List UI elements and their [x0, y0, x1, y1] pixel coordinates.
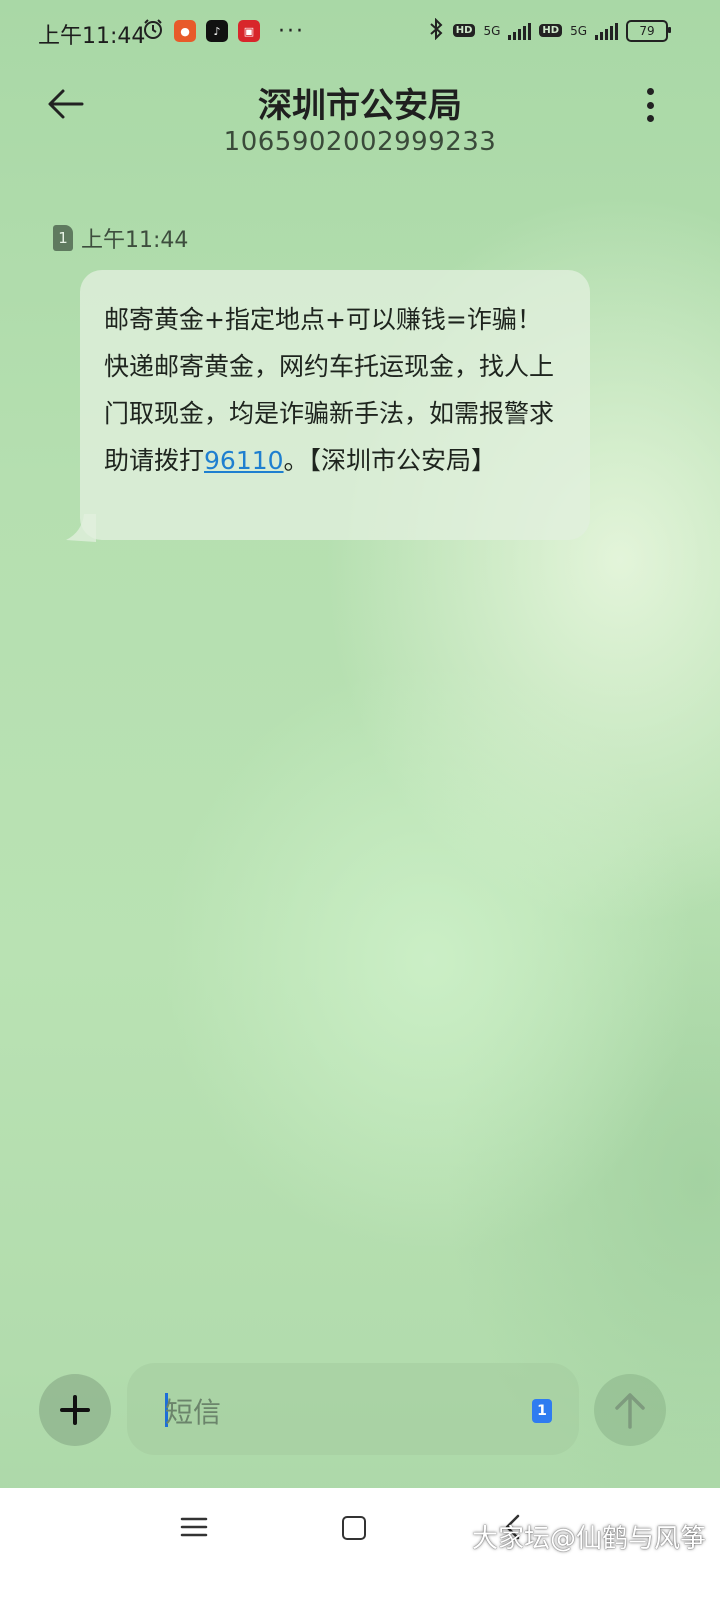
alarm-icon [142, 18, 164, 44]
tmall-icon: ▣ [238, 20, 260, 42]
plus-icon [60, 1395, 90, 1425]
battery-icon: 79 [626, 19, 671, 42]
network-type-2: 5G [570, 23, 587, 38]
navigation-bar: 大家坛@仙鹤与风筝 [0, 1488, 720, 1600]
watermark: 大家坛@仙鹤与风筝 [471, 1524, 706, 1554]
hd-badge: HD [452, 24, 476, 37]
message-text: 邮寄黄金+指定地点+可以赚钱=诈骗！快递邮寄黄金，网约车托运现金，找人上门取现金… [104, 305, 555, 475]
sim-card-icon: 1 [53, 225, 73, 251]
status-system-icons: HD 5G HD 5G 79 [427, 17, 671, 43]
status-bar: 上午11:44 ● ♪ ▣ ··· HD 5G HD 5G 79 [0, 0, 720, 66]
status-notification-icons: ● ♪ ▣ ··· [142, 18, 305, 44]
network-type: 5G [483, 23, 501, 38]
message-input[interactable]: 短信 1 [127, 1363, 579, 1455]
message-input-placeholder: 短信 [165, 1396, 222, 1429]
nav-home-icon[interactable] [342, 1516, 366, 1540]
send-button[interactable] [594, 1374, 666, 1446]
sim-select-badge[interactable]: 1 [532, 1399, 552, 1423]
message-time: 上午11:44 [81, 228, 189, 253]
phone-link[interactable]: 96110 [204, 446, 284, 475]
message-meta: 1 上午11:44 [53, 222, 188, 254]
nav-menu-icon[interactable] [180, 1516, 208, 1538]
more-notifications-icon: ··· [278, 18, 305, 44]
more-vertical-icon[interactable] [644, 88, 656, 122]
bluetooth-icon [427, 17, 445, 43]
tiktok-icon: ♪ [206, 20, 228, 42]
hd-badge-2: HD [539, 24, 563, 37]
status-time: 上午11:44 [38, 24, 146, 49]
signal-icon [508, 22, 532, 40]
sender-number: 1065902002999233 [223, 127, 497, 157]
app-notification-icon: ● [174, 20, 196, 42]
conversation-title: 深圳市公安局 [258, 86, 462, 126]
send-arrow-icon [615, 1393, 645, 1429]
message-bubble[interactable]: 邮寄黄金+指定地点+可以赚钱=诈骗！快递邮寄黄金，网约车托运现金，找人上门取现金… [80, 270, 590, 540]
attach-button[interactable] [39, 1374, 111, 1446]
signal-icon-2 [595, 22, 618, 40]
